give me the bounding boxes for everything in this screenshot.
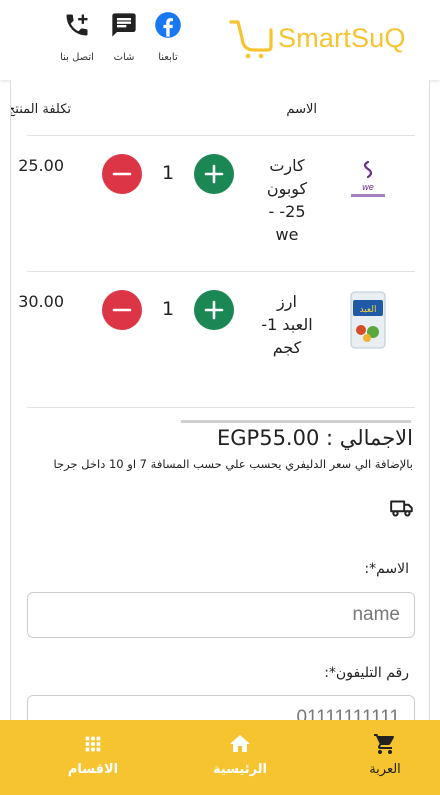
app-header: اتصل بنا شات تابعنا SmartSuQ <box>0 0 440 80</box>
nav-categories[interactable]: الاقسام <box>48 732 138 777</box>
product-name: كارت كوبون 25- - we <box>266 156 308 244</box>
nav-categories-label: الاقسام <box>67 762 119 777</box>
delivery-note: بالإضافة الي سعر الدليفري يحسب علي حسب ا… <box>53 457 413 471</box>
cart-logo-icon <box>229 20 273 59</box>
plus-icon <box>204 164 224 184</box>
chat-icon <box>99 10 149 40</box>
cart-row: we كارت كوبون 25- - we 1 25.00 <box>11 136 429 272</box>
bottom-navigation: الاقسام الرئيسية العربة <box>0 720 440 795</box>
divider <box>27 407 415 408</box>
quantity-value: 1 <box>161 162 175 184</box>
nav-home[interactable]: الرئيسية <box>195 732 285 777</box>
nav-cart-label: العربة <box>369 762 401 777</box>
svg-text:العبد: العبد <box>359 305 376 315</box>
cart-total: الاجمالي : EGP55.00 <box>217 426 413 450</box>
phone-input[interactable] <box>27 695 415 720</box>
name-input[interactable] <box>27 592 415 638</box>
minus-icon <box>112 172 132 176</box>
nav-cart[interactable]: العربة <box>340 732 430 777</box>
brand-name: SmartSuQ <box>278 22 406 53</box>
increase-quantity-button[interactable] <box>194 290 234 330</box>
column-header-name: الاسم <box>286 102 317 117</box>
chat-button[interactable]: شات <box>99 10 149 63</box>
contact-us-label: اتصل بنا <box>60 52 94 63</box>
quantity-value: 1 <box>161 298 175 320</box>
phone-field-label: رقم التليفون*: <box>324 665 409 681</box>
cart-card: الاسم تكلفة المنتج we كارت كوبون 25- - w… <box>10 80 430 720</box>
column-header-cost: تكلفة المنتج <box>10 102 71 117</box>
add-call-icon <box>52 10 102 40</box>
cart-icon <box>340 732 430 756</box>
follow-us-button[interactable]: تابعنا <box>143 10 193 63</box>
minus-icon <box>112 308 132 312</box>
grid-icon <box>48 732 138 756</box>
increase-quantity-button[interactable] <box>194 154 234 194</box>
cart-row: العبد ارز العبد 1- كجم 1 30.00 <box>11 272 429 408</box>
total-separator <box>181 420 411 423</box>
svg-text:we: we <box>362 182 374 192</box>
delivery-truck-icon <box>389 495 415 525</box>
decrease-quantity-button[interactable] <box>102 290 142 330</box>
plus-icon <box>204 300 224 320</box>
facebook-icon <box>143 10 193 40</box>
name-field-label: الاسم*: <box>364 561 409 577</box>
we-card-image: we <box>343 152 393 216</box>
chat-label: شات <box>113 52 135 63</box>
contact-us-button[interactable]: اتصل بنا <box>52 10 102 63</box>
decrease-quantity-button[interactable] <box>102 154 142 194</box>
product-name: ارز العبد 1- كجم <box>261 292 313 357</box>
follow-us-label: تابعنا <box>158 52 178 63</box>
brand-logo[interactable]: SmartSuQ <box>228 16 406 60</box>
product-price: 30.00 <box>18 292 64 311</box>
rice-bag-image: العبد <box>343 288 393 352</box>
product-price: 25.00 <box>18 156 64 175</box>
home-icon <box>195 732 285 756</box>
nav-home-label: الرئيسية <box>212 762 268 777</box>
